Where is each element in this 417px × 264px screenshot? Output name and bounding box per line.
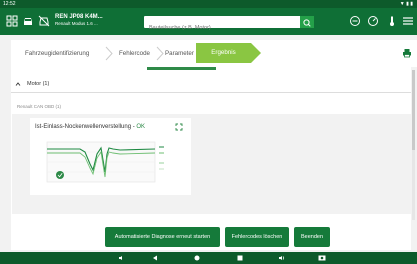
gauge-icon[interactable]: [367, 15, 379, 27]
restart-diagnosis-button[interactable]: Automatisierte Diagnose erneut starten: [105, 227, 220, 247]
vehicle-subtitle: Renault Modus 1.6 ...: [55, 21, 98, 26]
breadcrumb-parameter[interactable]: Parameter: [165, 40, 194, 67]
clear-fault-codes-button[interactable]: Fehlercodes löschen: [225, 227, 289, 247]
chevron-up-icon: [15, 82, 21, 86]
vehicle-title: REN JP08 K4M...: [55, 14, 103, 20]
search-icon: [303, 19, 311, 27]
section-title: Motor (1): [27, 81, 50, 87]
result-card[interactable]: Ist-Einlass-Nockenwellenverstellung - OK: [30, 118, 191, 195]
status-icons: ▼ ▮ ▮: [399, 1, 413, 7]
chevron-right-icon: [156, 46, 164, 61]
chevron-right-icon: [105, 46, 113, 61]
thermometer-icon[interactable]: [386, 15, 398, 27]
results-area: Ist-Einlass-Nockenwellenverstellung - OK: [12, 114, 411, 214]
search-box: [144, 16, 314, 34]
volume-down-icon[interactable]: [118, 255, 125, 261]
card-status: OK: [136, 124, 146, 130]
top-bar: REN JP08 K4M... Renault Modus 1.6 ...: [0, 8, 417, 35]
home-icon[interactable]: [194, 255, 200, 261]
minus-circle-icon[interactable]: [349, 15, 361, 27]
section-header[interactable]: Motor (1): [11, 75, 411, 93]
status-time: 12:52: [3, 1, 16, 7]
menu-icon[interactable]: [402, 15, 414, 27]
exit-button[interactable]: Beenden: [294, 227, 330, 247]
breadcrumb-result[interactable]: Ergebnis: [196, 43, 261, 63]
scrollbar[interactable]: [412, 70, 415, 220]
active-tab-indicator: [147, 67, 216, 70]
status-bar: 12:52 ▼ ▮ ▮: [0, 0, 417, 8]
breadcrumb-vehicle-id[interactable]: Fahrzeugidentifizierung: [25, 40, 89, 67]
status-marker: [56, 171, 64, 179]
breadcrumb: Fahrzeugidentifizierung Fehlercode Param…: [11, 40, 417, 67]
car-disabled-icon[interactable]: [38, 15, 50, 27]
volume-up-icon[interactable]: [278, 255, 286, 261]
recent-apps-icon[interactable]: [237, 255, 243, 261]
car-icon[interactable]: [22, 15, 34, 27]
back-icon[interactable]: [152, 255, 158, 261]
search-input[interactable]: [144, 22, 294, 34]
card-title-text: Ist-Einlass-Nockenwellenverstellung: [35, 124, 132, 130]
vehicle-info: REN JP08 K4M... Renault Modus 1.6 ...: [55, 14, 103, 27]
scroll-thumb[interactable]: [412, 70, 415, 150]
search-button[interactable]: [300, 16, 314, 28]
results-panel: Motor (1) Renault CAN OBD (1) Ist-Einlas…: [11, 67, 411, 250]
protocol-label: Renault CAN OBD (1): [17, 104, 62, 109]
system-nav-bar: [0, 252, 417, 264]
card-title: Ist-Einlass-Nockenwellenverstellung - OK: [35, 124, 145, 130]
breadcrumb-fault-code[interactable]: Fehlercode: [119, 40, 150, 67]
expand-icon[interactable]: [175, 123, 183, 131]
print-icon[interactable]: [402, 48, 412, 58]
apps-grid-icon[interactable]: [6, 15, 18, 27]
camera-icon[interactable]: [318, 254, 326, 261]
signal-chart: [46, 141, 164, 183]
